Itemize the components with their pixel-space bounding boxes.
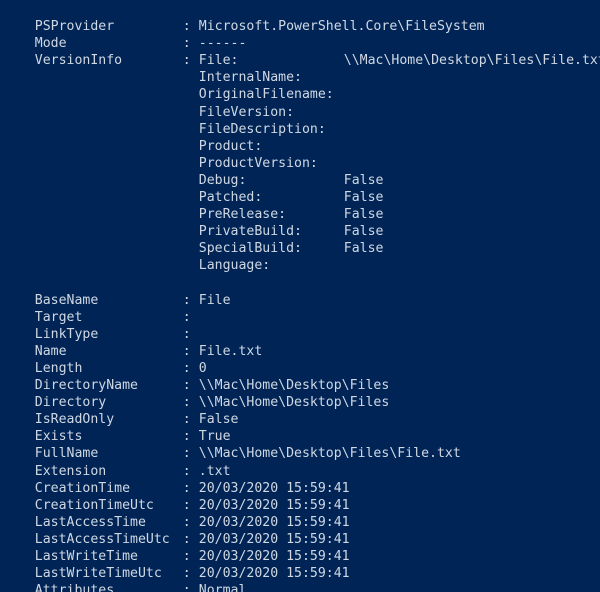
versioninfo-label: Language: [198, 258, 271, 274]
separator-colon: : [182, 583, 191, 592]
property-name: FullName [34, 446, 99, 462]
separator-colon: : [182, 36, 191, 52]
property-value: 0 [198, 360, 207, 376]
property-name: LastWriteTimeUtc [34, 566, 162, 582]
property-value: .txt [198, 463, 231, 479]
separator-colon: : [182, 531, 191, 547]
versioninfo-label: InternalName: [198, 70, 302, 86]
separator-colon: : [182, 309, 191, 325]
property-name: Name [34, 343, 67, 359]
property-value: \\Mac\Home\Desktop\Files\File.txt [198, 446, 461, 462]
property-value: 20/03/2020 15:59:41 [198, 480, 350, 496]
separator-colon: : [182, 292, 191, 308]
versioninfo-label: FileDescription: [198, 121, 326, 137]
property-value: 20/03/2020 15:59:41 [198, 549, 350, 564]
separator-colon: : [182, 360, 191, 376]
powershell-console-output[interactable]: PSProvider: Microsoft.PowerShell.Core\Fil… [0, 0, 600, 592]
separator-colon: : [182, 378, 191, 394]
property-name: DirectoryName [34, 378, 138, 394]
property-value: 20/03/2020 15:59:41 [198, 531, 350, 547]
property-value: File.txt [198, 343, 263, 359]
property-value: Microsoft.PowerShell.Core\FileSystem [198, 19, 485, 35]
versioninfo-label: PreRelease: [198, 207, 287, 223]
versioninfo-label: OriginalFilename: [198, 87, 334, 103]
property-name: PSProvider [34, 19, 115, 35]
versioninfo-value: \\Mac\Home\Desktop\Files\File.txt [343, 53, 600, 69]
property-name: LastWriteTime [34, 549, 138, 564]
versioninfo-value: False [343, 190, 384, 206]
separator-colon: : [182, 446, 191, 462]
versioninfo-value: False [343, 241, 384, 257]
property-name: CreationTime [34, 480, 131, 496]
separator-colon: : [182, 326, 191, 342]
property-value: True [198, 429, 231, 445]
property-name: IsReadOnly [34, 412, 115, 428]
versioninfo-label: SpecialBuild: [198, 241, 302, 257]
property-value: 20/03/2020 15:59:41 [198, 514, 350, 530]
property-name: Length [34, 360, 83, 376]
property-name: Exists [34, 429, 83, 445]
output-row: PSProvider: Microsoft.PowerShell.Core\Fil… [3, 1, 600, 34]
separator-colon: : [182, 395, 191, 411]
property-name: LastAccessTime [34, 514, 146, 530]
output-row: BaseName: File [3, 275, 600, 308]
separator-colon: : [182, 514, 191, 530]
versioninfo-label: Patched: [198, 190, 263, 206]
property-name: BaseName [34, 292, 99, 308]
property-value: ------ [198, 36, 247, 52]
property-value: 20/03/2020 15:59:41 [198, 566, 350, 582]
separator-colon: : [182, 412, 191, 428]
separator-colon: : [182, 480, 191, 496]
property-value: 20/03/2020 15:59:41 [198, 497, 350, 513]
property-name: CreationTimeUtc [34, 497, 154, 513]
property-name: Extension [34, 463, 107, 479]
property-name: Attributes [34, 583, 115, 592]
property-value: False [198, 412, 239, 428]
property-name: LinkType [34, 326, 99, 342]
property-value: File [198, 292, 231, 308]
property-name: LastAccessTimeUtc [34, 531, 170, 547]
versioninfo-label: PrivateBuild: [198, 224, 302, 240]
separator-colon: : [182, 343, 191, 359]
separator-colon: : [182, 429, 191, 445]
separator-colon: : [182, 566, 191, 582]
separator-colon: : [182, 53, 191, 69]
versioninfo-label: Debug: [198, 172, 247, 188]
versioninfo-value: False [343, 224, 384, 240]
property-value: \\Mac\Home\Desktop\Files [198, 378, 390, 394]
property-value: \\Mac\Home\Desktop\Files [198, 395, 390, 411]
versioninfo-value: False [343, 172, 384, 188]
property-name: Mode [34, 36, 67, 52]
property-name: VersionInfo [34, 53, 123, 69]
separator-colon: : [182, 549, 191, 564]
versioninfo-label: FileVersion: [198, 104, 295, 120]
separator-colon: : [182, 19, 191, 35]
versioninfo-label: Product: [198, 138, 263, 154]
versioninfo-label: File: [198, 53, 239, 69]
property-name: Target [34, 309, 83, 325]
property-name: Directory [34, 395, 107, 411]
separator-colon: : [182, 463, 191, 479]
versioninfo-label: ProductVersion: [198, 155, 318, 171]
property-value: Normal [198, 583, 247, 592]
versioninfo-value: False [343, 207, 384, 223]
separator-colon: : [182, 497, 191, 513]
